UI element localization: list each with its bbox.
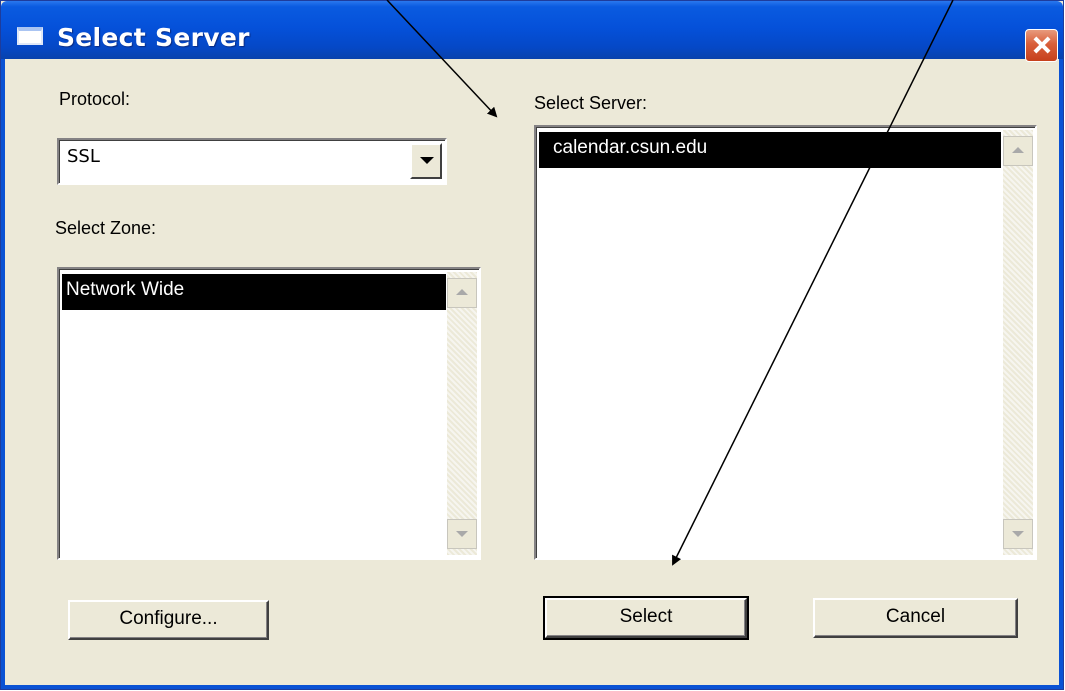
server-list-item[interactable]: calendar.csun.edu [539,132,1001,168]
window-title: Select Server [57,23,250,52]
server-scrollbar[interactable] [1003,130,1033,555]
server-listbox[interactable]: calendar.csun.edu [534,125,1037,560]
zone-scrollbar[interactable] [447,272,477,555]
configure-button[interactable]: Configure... [68,600,269,640]
scroll-up-icon[interactable] [1003,136,1033,166]
window-border-right [1059,59,1063,689]
title-bar[interactable]: Select Server [1,1,1063,62]
cancel-button[interactable]: Cancel [813,598,1018,638]
scroll-down-icon[interactable] [447,519,477,549]
protocol-dropdown[interactable]: SSL [57,138,447,185]
zone-list-item[interactable]: Network Wide [62,274,446,310]
window-border-left [1,59,5,689]
zone-listbox[interactable]: Network Wide [57,267,481,560]
scroll-down-icon[interactable] [1003,519,1033,549]
scroll-up-icon[interactable] [447,278,477,308]
zone-label: Select Zone: [55,218,157,238]
chevron-down-icon[interactable] [410,143,442,179]
close-icon[interactable] [1025,29,1058,62]
server-label: Select Server: [534,93,648,113]
protocol-value: SSL [67,146,100,167]
select-server-dialog: Select Server Protocol: SSL Select Zone:… [0,0,1064,690]
select-button[interactable]: Select [543,596,749,640]
window-border-bottom [1,685,1063,689]
protocol-label: Protocol: [59,89,131,109]
window-icon [17,27,43,45]
